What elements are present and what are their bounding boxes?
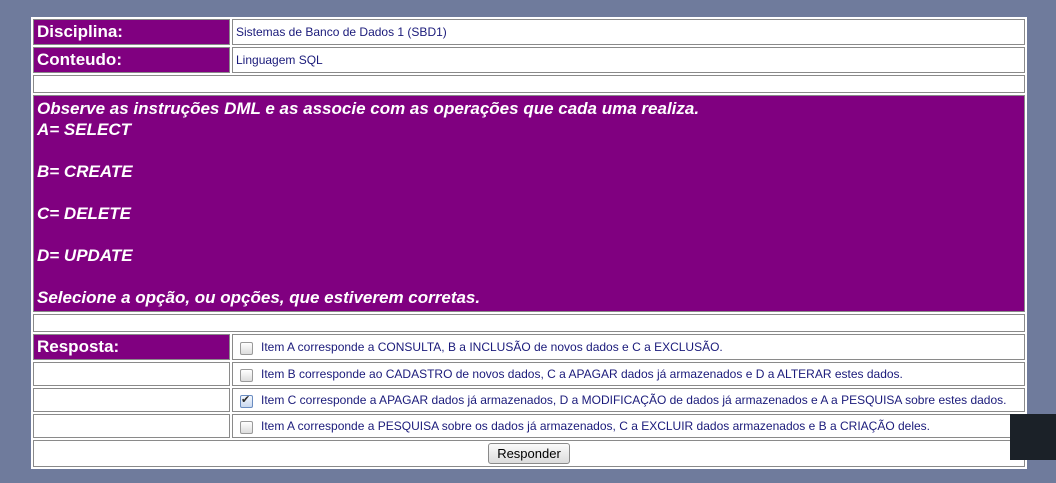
- question-line: A= SELECT: [37, 120, 131, 139]
- option-cell: Item A corresponde a CONSULTA, B a INCLU…: [232, 334, 1025, 360]
- spacer-row: [33, 314, 1025, 332]
- question-line: [37, 140, 1021, 161]
- option-3[interactable]: Item C corresponde a APAGAR dados já arm…: [237, 393, 1020, 408]
- content-row: Conteudo: Linguagem SQL: [33, 47, 1025, 73]
- spacer-row: [33, 75, 1025, 93]
- answer-row-1: Resposta: Item A corresponde a CONSULTA,…: [33, 334, 1025, 360]
- option-1[interactable]: Item A corresponde a CONSULTA, B a INCLU…: [237, 340, 1020, 355]
- question-line: B= CREATE: [37, 162, 133, 181]
- option-cell: Item A corresponde a PESQUISA sobre os d…: [232, 414, 1025, 438]
- question-line: C= DELETE: [37, 204, 131, 223]
- option-3-checkbox[interactable]: [240, 393, 253, 408]
- discipline-row: Disciplina: Sistemas de Banco de Dados 1…: [33, 19, 1025, 45]
- option-1-checkbox[interactable]: [240, 341, 253, 355]
- option-3-text: Item C corresponde a APAGAR dados já arm…: [261, 393, 1007, 407]
- answer-label: Resposta:: [33, 334, 230, 360]
- option-2-text: Item B corresponde ao CADASTRO de novos …: [261, 367, 903, 381]
- option-2[interactable]: Item B corresponde ao CADASTRO de novos …: [237, 367, 1020, 382]
- question-line: D= UPDATE: [37, 246, 133, 265]
- content-value: Linguagem SQL: [232, 47, 1025, 73]
- dark-overlay-block: [1010, 414, 1056, 460]
- question-line: Observe as instruções DML e as associe c…: [37, 99, 700, 118]
- option-2-checkbox[interactable]: [240, 368, 253, 382]
- discipline-value: Sistemas de Banco de Dados 1 (SBD1): [232, 19, 1025, 45]
- question-line: [37, 224, 1021, 245]
- submit-button[interactable]: Responder: [488, 443, 570, 464]
- discipline-label: Disciplina:: [33, 19, 230, 45]
- answer-row-4: Item A corresponde a PESQUISA sobre os d…: [33, 414, 1025, 438]
- question-line: [37, 266, 1021, 287]
- spacer-cell: [33, 314, 1025, 332]
- submit-row: Responder: [33, 440, 1025, 467]
- answer-row-3: Item C corresponde a APAGAR dados já arm…: [33, 388, 1025, 412]
- option-4-text: Item A corresponde a PESQUISA sobre os d…: [261, 419, 931, 433]
- option-4-checkbox[interactable]: [240, 420, 253, 434]
- empty-label-cell: [33, 388, 230, 412]
- empty-label-cell: [33, 362, 230, 386]
- question-row: Observe as instruções DML e as associe c…: [33, 95, 1025, 312]
- submit-cell: Responder: [33, 440, 1025, 467]
- question-line: [37, 182, 1021, 203]
- question-text: Observe as instruções DML e as associe c…: [33, 95, 1025, 312]
- option-cell: Item B corresponde ao CADASTRO de novos …: [232, 362, 1025, 386]
- spacer-cell: [33, 75, 1025, 93]
- empty-label-cell: [33, 414, 230, 438]
- content-label: Conteudo:: [33, 47, 230, 73]
- option-1-text: Item A corresponde a CONSULTA, B a INCLU…: [261, 340, 723, 354]
- option-cell: Item C corresponde a APAGAR dados já arm…: [232, 388, 1025, 412]
- quiz-table: Disciplina: Sistemas de Banco de Dados 1…: [31, 17, 1027, 469]
- answer-row-2: Item B corresponde ao CADASTRO de novos …: [33, 362, 1025, 386]
- question-line: Selecione a opção, ou opções, que estive…: [37, 288, 481, 307]
- option-4[interactable]: Item A corresponde a PESQUISA sobre os d…: [237, 419, 1020, 434]
